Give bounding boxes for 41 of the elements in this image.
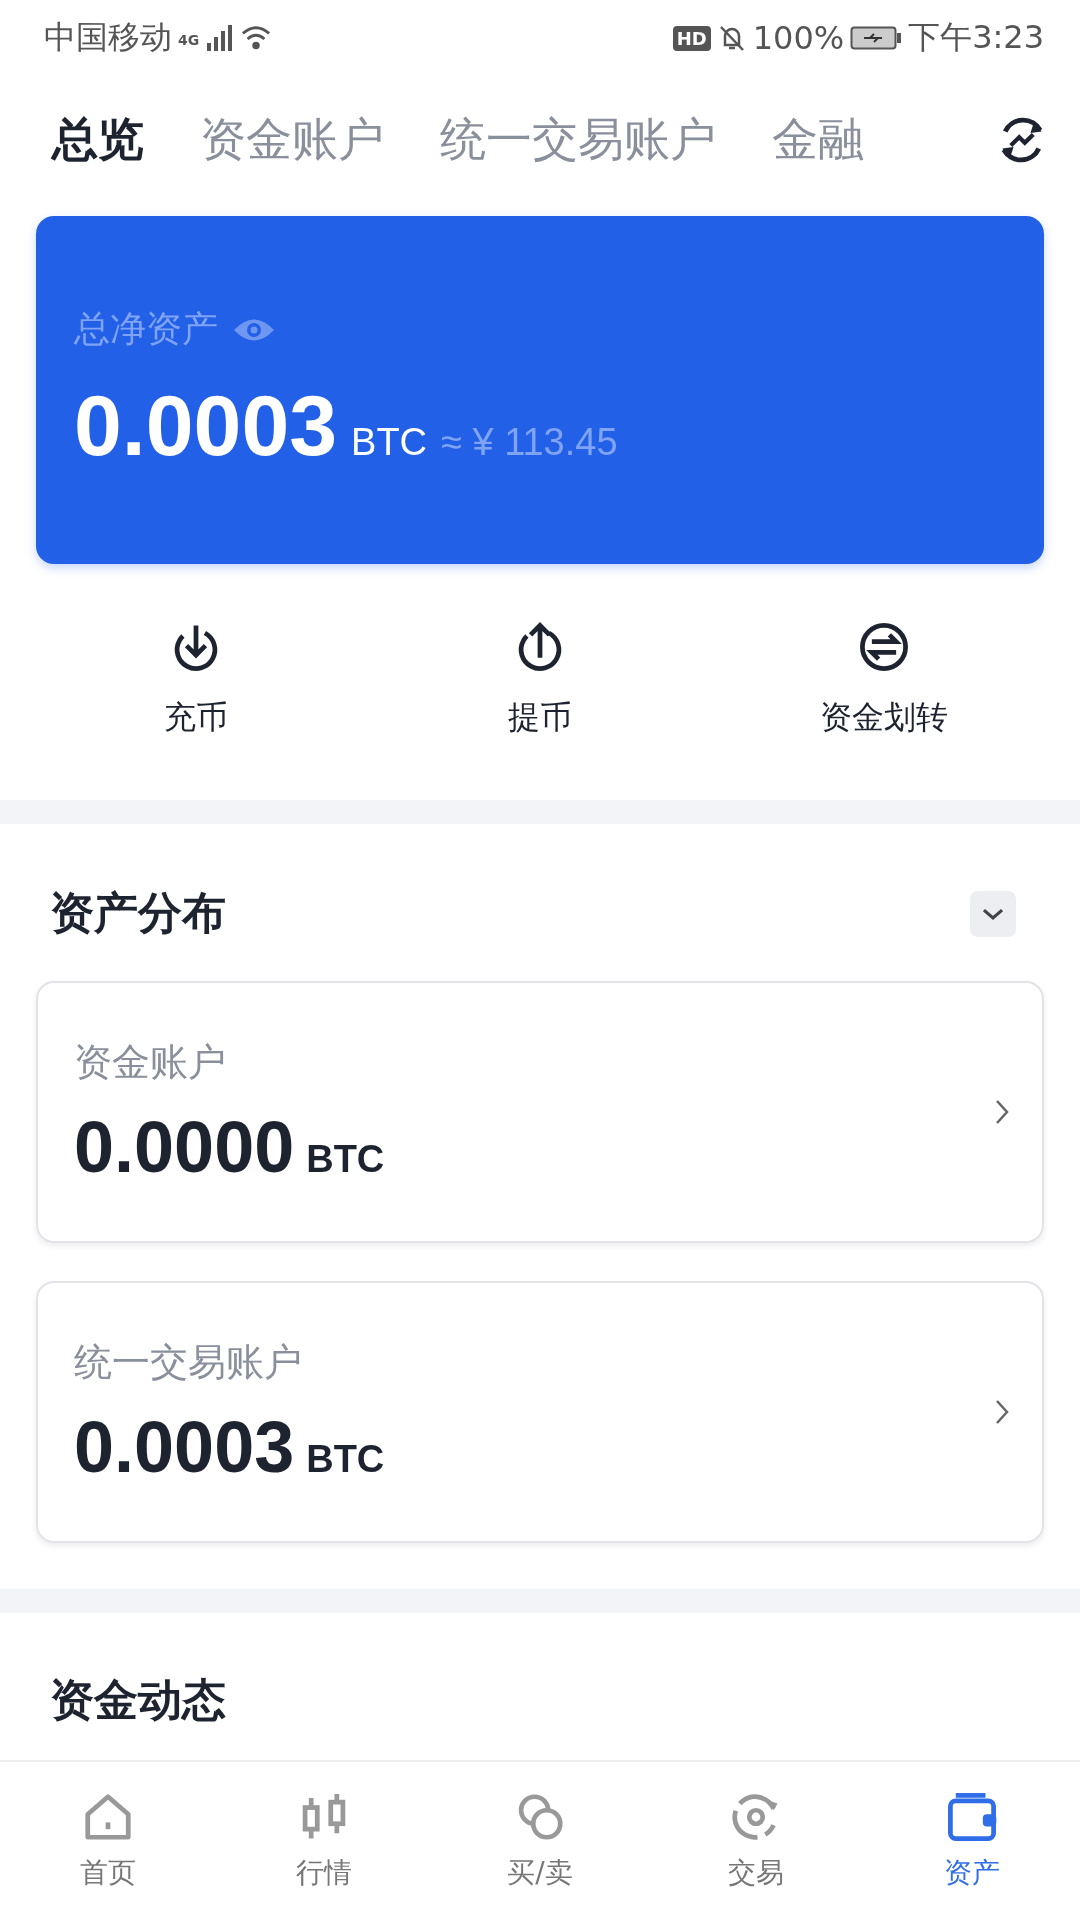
account-tab[interactable]: 总览 <box>50 109 146 171</box>
currency-unit: BTC <box>306 1437 385 1481</box>
network-type: 4G <box>178 32 200 48</box>
account-tab[interactable]: 资金账户 <box>198 109 386 171</box>
nav-label: 首页 <box>80 1855 136 1891</box>
battery-percent: 100% <box>752 19 845 57</box>
nav-label: 买/卖 <box>507 1855 573 1891</box>
account-card[interactable]: 统一交易账户 0.0003 BTC <box>36 1281 1044 1543</box>
transfer-icon[interactable] <box>857 620 911 674</box>
account-amount: 0.0000 <box>74 1105 295 1188</box>
currency-unit: BTC <box>306 1137 385 1181</box>
section-title: 资产分布 <box>50 886 226 940</box>
action-label[interactable]: 资金划转 <box>820 696 948 740</box>
carrier-name: 中国移动 <box>44 17 172 58</box>
nav-label: 交易 <box>728 1855 784 1891</box>
account-name: 统一交易账户 <box>74 1338 303 1386</box>
clock-time: 下午3:23 <box>908 17 1044 58</box>
chevron-down-icon <box>982 907 1004 920</box>
nav-tab[interactable]: 行情 <box>224 1790 424 1892</box>
nav-label: 行情 <box>296 1855 352 1891</box>
net-assets-amount: 0.0003 <box>74 376 338 475</box>
battery-icon <box>850 25 903 51</box>
assets-icon <box>945 1790 999 1844</box>
account-tab[interactable]: 金融 <box>770 109 866 171</box>
nav-tab[interactable]: 首页 <box>8 1790 208 1892</box>
nav-tab[interactable]: 资产 <box>872 1790 1072 1892</box>
account-name: 资金账户 <box>74 1038 227 1086</box>
currency-unit: BTC <box>351 421 428 464</box>
nav-tab[interactable]: 交易 <box>656 1790 856 1892</box>
hd-badge: HD <box>672 25 711 51</box>
nav-label: 资产 <box>944 1855 1000 1891</box>
account-tab[interactable]: 统一交易账户 <box>438 109 718 171</box>
fiat-value: ≈ ¥ 113.45 <box>441 421 618 464</box>
section-title: 资金动态 <box>50 1674 226 1725</box>
action-label[interactable]: 充币 <box>164 696 228 740</box>
action-label[interactable]: 提币 <box>508 696 572 740</box>
account-card[interactable]: 资金账户 0.0000 BTC <box>36 981 1044 1243</box>
nav-tab[interactable]: 买/卖 <box>440 1790 640 1892</box>
net-assets-label: 总净资产 <box>74 307 218 351</box>
account-amount: 0.0003 <box>74 1405 295 1488</box>
collapse-button[interactable] <box>970 890 1016 937</box>
